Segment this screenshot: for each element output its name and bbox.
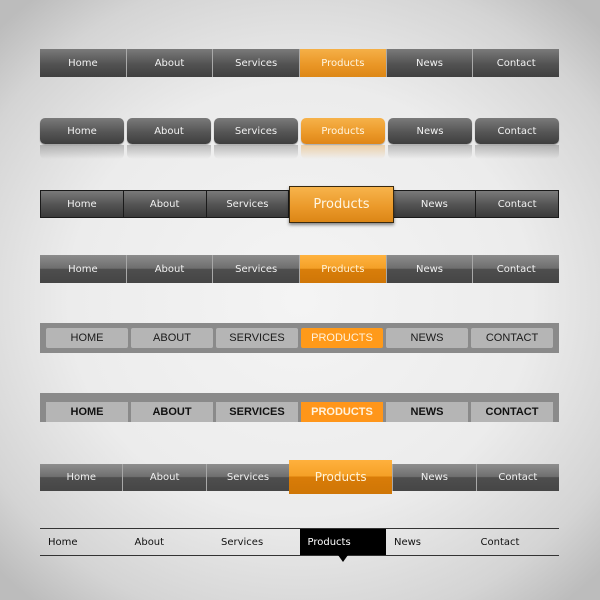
nav-item-news[interactable]: News [385,255,473,283]
nav-item-services[interactable]: Services [205,464,290,491]
nav-item-services[interactable]: SERVICES [216,328,298,348]
navbar-split-tone-large-active: Home About Services Products News Contac… [40,460,560,494]
nav-item-products-active[interactable]: Products [289,460,393,494]
nav-item-label: Products [307,536,351,548]
nav-item-contact[interactable]: Contact [476,190,560,218]
nav-item-news[interactable]: News [392,464,476,491]
nav-item-services[interactable]: Services [214,118,298,159]
nav-item-contact[interactable]: Contact [475,118,559,159]
nav-item-services[interactable]: Services [212,49,300,77]
nav-item-news[interactable]: NEWS [386,402,468,422]
nav-item-home[interactable]: Home [40,529,127,555]
nav-item-home[interactable]: Home [40,464,123,491]
nav-item-home[interactable]: Home [40,255,126,283]
nav-item-products-active[interactable]: PRODUCTS [301,328,383,348]
navbar-split-tone: Home About Services Products News Contac… [40,255,560,283]
navbar-raised-active: Home About Services Products News Contac… [40,186,560,223]
nav-item-about[interactable]: About [127,529,214,555]
nav-item-news[interactable]: News [388,118,472,159]
nav-item-products-active[interactable]: Products [299,529,386,562]
nav-item-contact[interactable]: CONTACT [471,328,553,348]
navbar-minimal-lines: Home About Services Products News Contac… [40,528,560,562]
nav-item-services[interactable]: Services [212,255,300,283]
nav-item-label: Contact [480,536,520,548]
nav-item-news[interactable]: NEWS [386,328,468,348]
nav-item-about[interactable]: ABOUT [131,328,213,348]
nav-item-label: About [134,536,165,548]
nav-item-contact[interactable]: Contact [472,255,560,283]
navbar-flat-gradient: Home About Services Products News Contac… [40,49,560,77]
nav-item-home[interactable]: Home [40,49,126,77]
nav-item-contact[interactable]: Contact [472,49,560,77]
nav-item-contact[interactable]: Contact [475,464,560,491]
nav-item-label: Services [221,536,264,548]
nav-item-news[interactable]: News [385,49,473,77]
nav-item-about[interactable]: About [127,118,211,159]
nav-item-home[interactable]: HOME [46,402,128,422]
nav-item-about[interactable]: About [125,255,213,283]
navbar-framed-tabs-bold: HOME ABOUT SERVICES PRODUCTS NEWS CONTAC… [40,393,559,422]
nav-item-home[interactable]: Home [40,190,124,218]
nav-item-products-active[interactable]: PRODUCTS [301,402,383,422]
nav-item-contact[interactable]: Contact [473,529,560,555]
nav-item-about[interactable]: About [123,190,207,218]
nav-item-products-active[interactable]: Products [299,49,386,77]
navbar-rounded-reflection: Home About Services Products News Contac… [40,118,559,159]
nav-item-home[interactable]: HOME [46,328,128,348]
nav-item-services[interactable]: SERVICES [216,402,298,422]
nav-item-contact[interactable]: CONTACT [471,402,553,422]
nav-item-about[interactable]: ABOUT [131,402,213,422]
nav-item-services[interactable]: Services [213,529,300,555]
nav-item-label: Home [48,536,78,548]
navbar-framed-buttons: HOME ABOUT SERVICES PRODUCTS NEWS CONTAC… [40,323,559,353]
nav-item-news[interactable]: News [386,529,473,555]
nav-item-services[interactable]: Services [206,190,290,218]
nav-item-products-active[interactable]: Products [299,255,386,283]
nav-item-products-active[interactable]: Products [301,118,385,159]
nav-item-products-active[interactable]: Products [289,186,394,223]
nav-item-label: News [394,536,422,548]
nav-item-about[interactable]: About [125,49,213,77]
nav-item-about[interactable]: About [122,464,206,491]
nav-item-home[interactable]: Home [40,118,124,159]
pointer-down-icon [337,555,348,562]
nav-item-news[interactable]: News [393,190,477,218]
